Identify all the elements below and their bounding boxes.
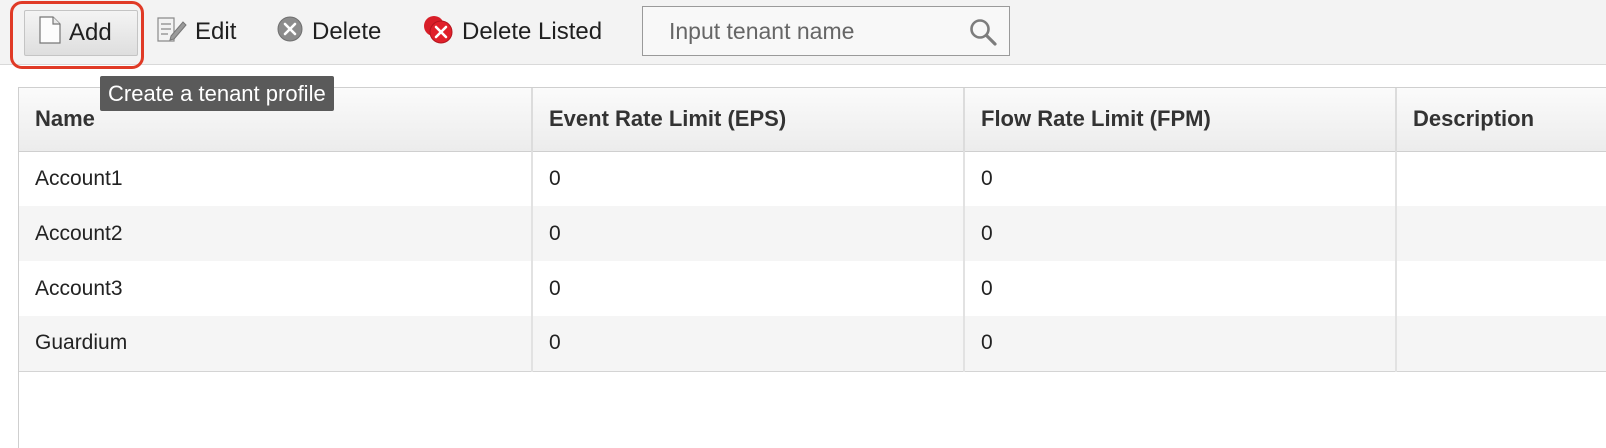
cell-fpm: 0 xyxy=(964,316,1397,372)
delete-circle-icon xyxy=(276,15,304,50)
search-icon[interactable] xyxy=(969,18,997,46)
add-button-tooltip: Create a tenant profile xyxy=(100,76,334,111)
column-header-flow-rate-limit[interactable]: Flow Rate Limit (FPM) xyxy=(964,88,1397,152)
delete-listed-button[interactable]: Delete Listed xyxy=(422,10,602,54)
cell-name: Account1 xyxy=(19,151,533,206)
cell-description xyxy=(1396,316,1606,372)
table-row[interactable]: Account3 0 0 xyxy=(19,261,1606,316)
table-row[interactable]: Account2 0 0 xyxy=(19,206,1606,261)
search-box xyxy=(642,6,1010,56)
table-row[interactable]: Guardium 0 0 xyxy=(19,316,1606,372)
cell-eps: 0 xyxy=(532,151,965,206)
tenant-table: Name Event Rate Limit (EPS) Flow Rate Li… xyxy=(18,87,1606,448)
cell-name: Account3 xyxy=(19,261,533,316)
cell-eps: 0 xyxy=(532,316,965,372)
column-header-description[interactable]: Description xyxy=(1396,88,1606,152)
delete-button[interactable]: Delete xyxy=(276,10,381,54)
tenant-search-input[interactable] xyxy=(643,7,953,55)
edit-button-label: Edit xyxy=(195,18,237,45)
delete-listed-button-label: Delete Listed xyxy=(462,18,603,45)
toolbar: Add Edit Delete Delete Listed Input tena… xyxy=(0,0,1606,69)
edit-document-icon xyxy=(157,15,187,50)
delete-button-label: Delete xyxy=(312,18,382,45)
cell-fpm: 0 xyxy=(964,151,1397,206)
delete-listed-icon xyxy=(422,14,454,51)
cell-description xyxy=(1396,206,1606,261)
cell-fpm: 0 xyxy=(964,206,1397,261)
column-header-event-rate-limit[interactable]: Event Rate Limit (EPS) xyxy=(532,88,965,152)
table-row[interactable]: Account1 0 0 xyxy=(19,151,1606,206)
cell-description xyxy=(1396,261,1606,316)
add-button-label: Add xyxy=(69,19,112,46)
add-button[interactable]: Add xyxy=(24,10,138,56)
cell-fpm: 0 xyxy=(964,261,1397,316)
cell-eps: 0 xyxy=(532,206,965,261)
edit-button[interactable]: Edit xyxy=(157,10,236,54)
cell-description xyxy=(1396,151,1606,206)
cell-name: Guardium xyxy=(19,316,533,372)
cell-name: Account2 xyxy=(19,206,533,261)
cell-eps: 0 xyxy=(532,261,965,316)
new-document-icon xyxy=(39,15,61,51)
